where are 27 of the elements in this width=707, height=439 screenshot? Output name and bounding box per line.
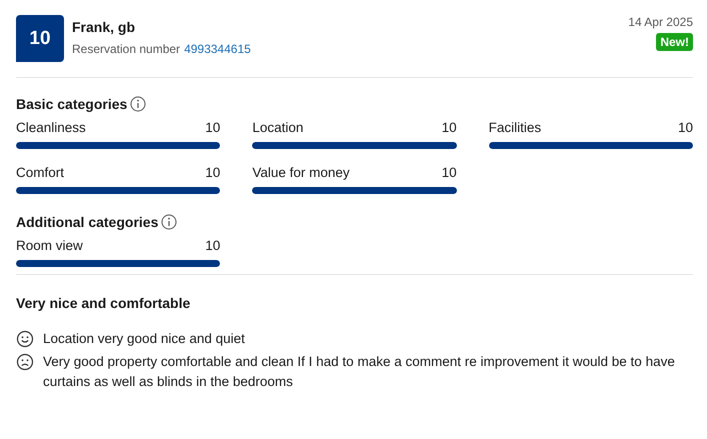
category-name: Room view	[16, 238, 83, 253]
category-name: Value for money	[252, 165, 350, 180]
category-score: 10	[442, 165, 457, 180]
reservation-number-link[interactable]: 4993344615	[184, 42, 251, 56]
new-badge: New!	[656, 33, 693, 51]
category-name: Comfort	[16, 165, 64, 180]
reservation-label: Reservation number	[72, 42, 180, 56]
category-name: Facilities	[488, 120, 542, 135]
reviewer-name: Frank, gb	[72, 19, 136, 35]
category-name: Location	[252, 120, 304, 135]
category-score: 10	[442, 120, 457, 135]
info-icon[interactable]	[130, 96, 146, 112]
category-score: 10	[205, 165, 220, 180]
section-title: Basic categories	[16, 96, 128, 112]
sad-face-icon	[16, 353, 34, 371]
section-title: Additional categories	[16, 214, 158, 230]
category-score: 10	[205, 120, 220, 135]
review-title: Very nice and comfortable	[16, 295, 192, 311]
comment-text: Location very good nice and quiet	[43, 330, 245, 348]
comment-text: Very good property comfortable and clean If I had to make a comment re improvement it would be to have curtains as well as blinds in the bedrooms	[43, 353, 675, 391]
category-score: 10	[678, 120, 693, 135]
smiley-face-icon	[16, 330, 34, 348]
score-badge: 10	[16, 15, 64, 62]
info-icon[interactable]	[161, 214, 178, 230]
review-date: 14 Apr 2025	[628, 15, 693, 29]
category-name: Cleanliness	[16, 120, 86, 135]
category-score: 10	[205, 238, 220, 253]
